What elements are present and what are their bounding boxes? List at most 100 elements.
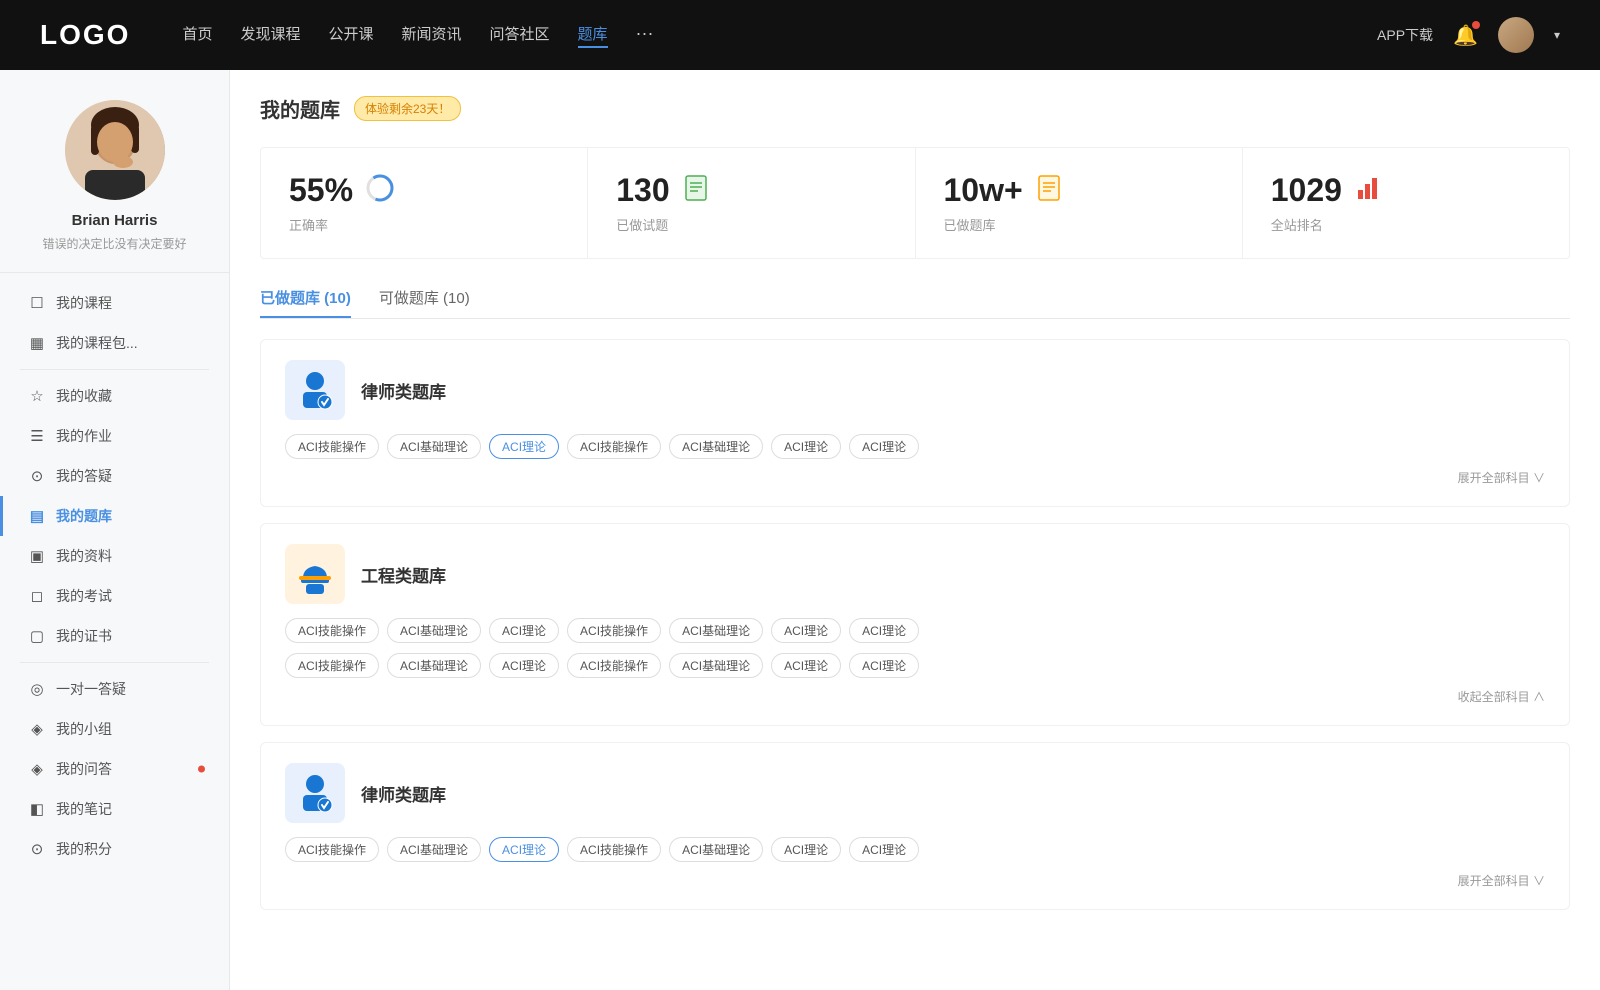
bank-expand-2[interactable]: 收起全部科目 ∧ [285,688,1545,705]
bank-tag[interactable]: ACI理论 [771,618,841,643]
stat-ranking-top: 1029 [1271,172,1541,209]
bank-tag[interactable]: ACI理论 [849,434,919,459]
page-container: Brian Harris 错误的决定比没有决定要好 ☐ 我的课程 ▦ 我的课程包… [0,70,1600,990]
sidebar-label-my-qa: 我的问答 [56,759,112,779]
question-bank-icon: ▤ [28,507,46,525]
nav-qa[interactable]: 问答社区 [490,23,550,48]
bank-tag[interactable]: ACI理论 [771,837,841,862]
bank-tag[interactable]: ACI技能操作 [285,618,379,643]
bank-tag[interactable]: ACI基础理论 [387,434,481,459]
sidebar-label-my-data: 我的资料 [56,546,112,566]
bank-tag[interactable]: ACI基础理论 [387,837,481,862]
bank-tag[interactable]: ACI理论 [849,653,919,678]
lawyer-icon [293,368,337,412]
nav-home[interactable]: 首页 [182,23,212,48]
page-title: 我的题库 [260,94,340,123]
bank-tag[interactable]: ACI基础理论 [669,837,763,862]
sidebar-item-tutoring[interactable]: ◎ 一对一答疑 [0,669,229,709]
bank-tag[interactable]: ACI技能操作 [285,434,379,459]
sidebar-label-certificate: 我的证书 [56,626,112,646]
bank-tags-lawyer-1: ACI技能操作 ACI基础理论 ACI理论 ACI技能操作 ACI基础理论 AC… [285,434,1545,459]
my-qa-icon: ◈ [28,760,46,778]
stat-ranking-value: 1029 [1271,172,1342,209]
sidebar-item-notes[interactable]: ◧ 我的笔记 [0,789,229,829]
bank-expand-1[interactable]: 展开全部科目 ∨ [285,469,1545,486]
sidebar-item-my-courses[interactable]: ☐ 我的课程 [0,283,229,323]
bank-tag[interactable]: ACI基础理论 [669,618,763,643]
stat-banks-value: 10w+ [944,172,1023,209]
bank-tag[interactable]: ACI基础理论 [387,653,481,678]
sidebar-label-qa: 我的答疑 [56,466,112,486]
sidebar-item-certificate[interactable]: ▢ 我的证书 [0,616,229,656]
avatar-svg [65,100,165,200]
stat-accuracy-label: 正确率 [289,215,559,234]
tutoring-icon: ◎ [28,680,46,698]
my-data-icon: ▣ [28,547,46,565]
bank-tag[interactable]: ACI基础理论 [387,618,481,643]
bank-tag[interactable]: ACI理论 [489,837,559,862]
nav-open-course[interactable]: 公开课 [328,23,373,48]
homework-icon: ☰ [28,427,46,445]
tab-available-banks[interactable]: 可做题库 (10) [379,287,470,318]
stat-banks-done: 10w+ 已做题库 [916,148,1243,258]
sidebar-label-homework: 我的作业 [56,426,112,446]
stat-questions-done: 130 已做试题 [588,148,915,258]
nav-more[interactable]: ··· [636,23,654,48]
bank-tag[interactable]: ACI理论 [489,434,559,459]
stat-questions-top: 130 [616,172,886,209]
bank-tag[interactable]: ACI技能操作 [567,434,661,459]
bank-tag[interactable]: ACI理论 [771,434,841,459]
bank-card-header-2: 工程类题库 [285,544,1545,604]
avatar[interactable] [1498,17,1534,53]
sidebar-item-qa[interactable]: ⊙ 我的答疑 [0,456,229,496]
bank-expand-3[interactable]: 展开全部科目 ∨ [285,872,1545,889]
bank-tag[interactable]: ACI技能操作 [285,653,379,678]
bank-tag[interactable]: ACI技能操作 [285,837,379,862]
stat-ranking: 1029 全站排名 [1243,148,1569,258]
sidebar-item-points[interactable]: ⊙ 我的积分 [0,829,229,869]
bank-tags-engineering-row2: ACI技能操作 ACI基础理论 ACI理论 ACI技能操作 ACI基础理论 AC… [285,653,1545,678]
stat-banks-label: 已做题库 [944,215,1214,234]
points-icon: ⊙ [28,840,46,858]
notification-bell[interactable]: 🔔 [1453,23,1478,48]
sidebar-item-my-qa[interactable]: ◈ 我的问答 [0,749,229,789]
bank-tag[interactable]: ACI理论 [489,653,559,678]
bank-tag[interactable]: ACI技能操作 [567,653,661,678]
exam-icon: ◻ [28,587,46,605]
app-download-link[interactable]: APP下载 [1377,25,1433,45]
sidebar-label-notes: 我的笔记 [56,799,112,819]
nav-news[interactable]: 新闻资讯 [402,23,462,48]
sidebar-username: Brian Harris [72,212,158,229]
bank-tag[interactable]: ACI理论 [849,618,919,643]
bank-tag[interactable]: ACI理论 [771,653,841,678]
bank-tag[interactable]: ACI基础理论 [669,653,763,678]
tab-done-banks[interactable]: 已做题库 (10) [260,287,351,318]
page-header: 我的题库 体验剩余23天！ [260,94,1570,123]
sidebar-item-groups[interactable]: ◈ 我的小组 [0,709,229,749]
lawyer-icon-wrap [285,360,345,420]
sidebar-item-homework[interactable]: ☰ 我的作业 [0,416,229,456]
bank-tag[interactable]: ACI理论 [849,837,919,862]
bank-tag[interactable]: ACI技能操作 [567,837,661,862]
sidebar-item-question-bank[interactable]: ▤ 我的题库 [0,496,229,536]
sidebar-label-question-bank: 我的题库 [56,506,112,526]
sidebar-item-my-data[interactable]: ▣ 我的资料 [0,536,229,576]
bank-tag[interactable]: ACI技能操作 [567,618,661,643]
sidebar-item-favorites[interactable]: ☆ 我的收藏 [0,376,229,416]
sidebar-divider-1 [20,369,209,370]
sidebar-item-course-package[interactable]: ▦ 我的课程包... [0,323,229,363]
nav-question-bank[interactable]: 题库 [578,23,608,48]
bank-card-lawyer-2: 律师类题库 ACI技能操作 ACI基础理论 ACI理论 ACI技能操作 ACI基… [260,742,1570,910]
nav-right: APP下载 🔔 ▾ [1377,17,1560,53]
bank-tag[interactable]: ACI基础理论 [669,434,763,459]
user-dropdown-arrow[interactable]: ▾ [1554,28,1560,42]
sidebar-profile: Brian Harris 错误的决定比没有决定要好 [0,100,229,273]
sidebar-item-exam[interactable]: ◻ 我的考试 [0,576,229,616]
tabs-row: 已做题库 (10) 可做题库 (10) [260,287,1570,319]
my-courses-icon: ☐ [28,294,46,312]
nav-discover[interactable]: 发现课程 [240,23,300,48]
bank-tag[interactable]: ACI理论 [489,618,559,643]
bank-tags-engineering-row1: ACI技能操作 ACI基础理论 ACI理论 ACI技能操作 ACI基础理论 AC… [285,618,1545,643]
sidebar-label-course-package: 我的课程包... [56,333,138,353]
sidebar-label-groups: 我的小组 [56,719,112,739]
